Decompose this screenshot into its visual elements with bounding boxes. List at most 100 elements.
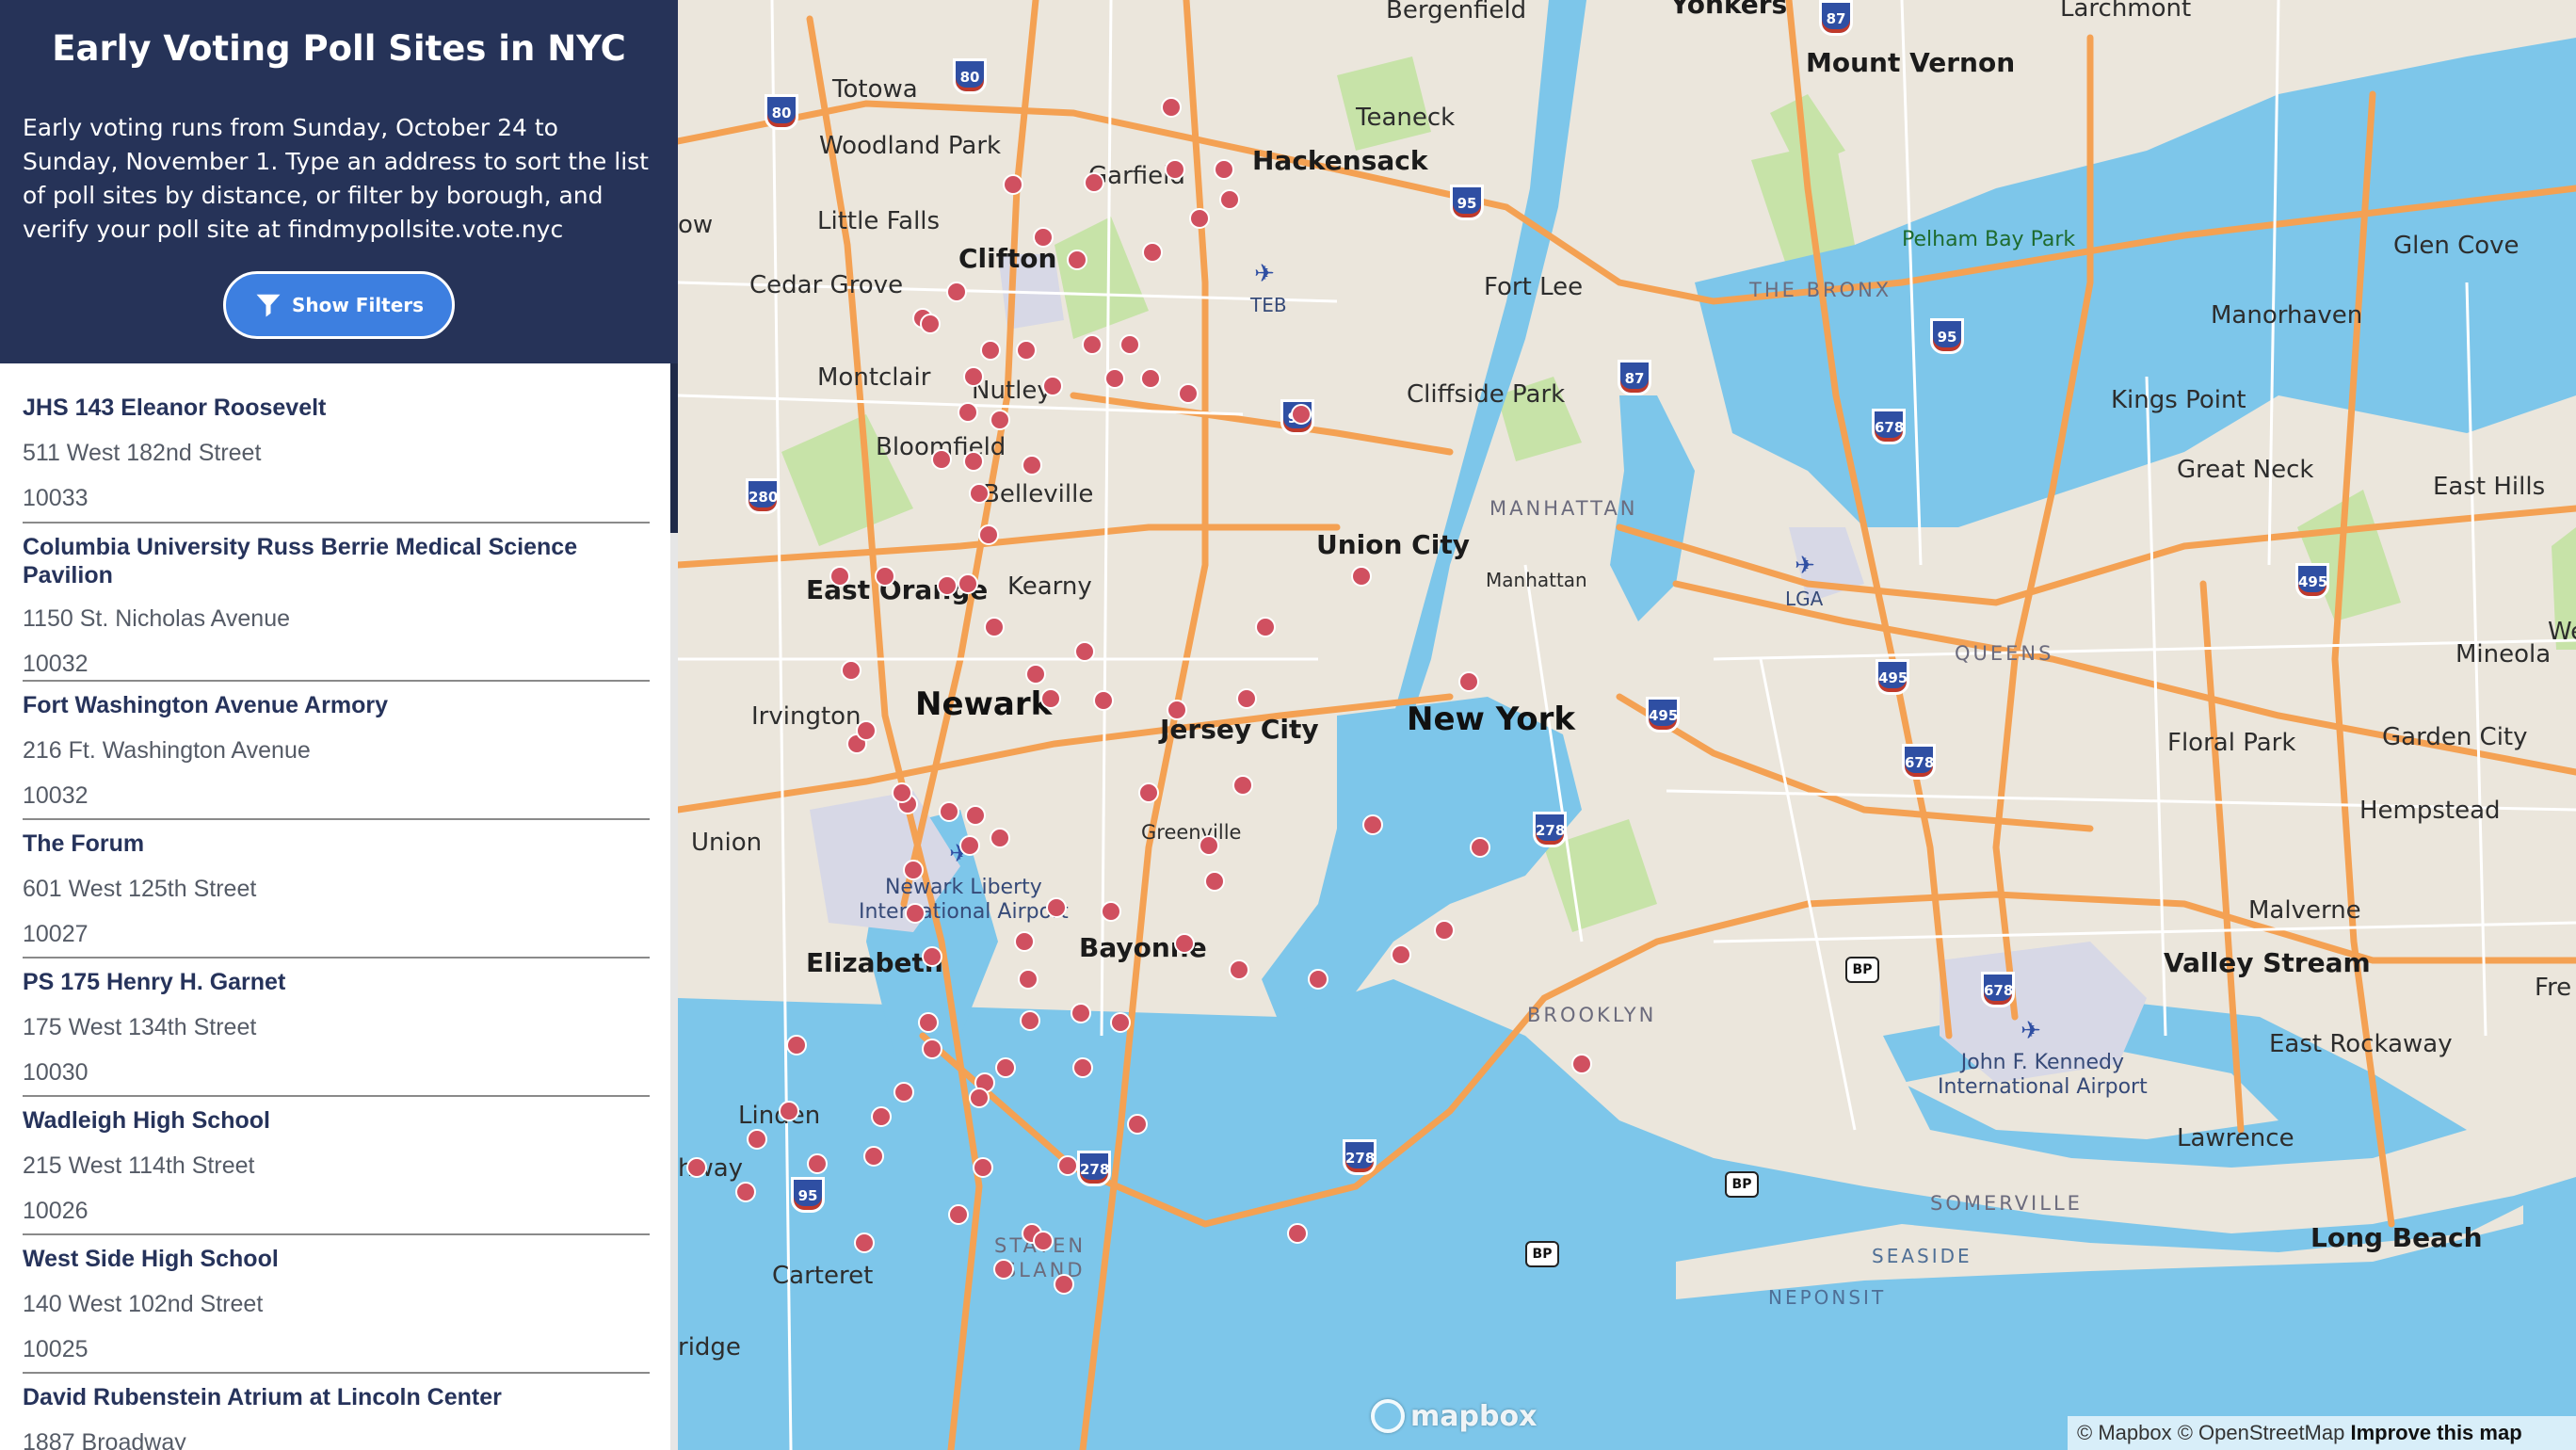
poll-site-marker[interactable]	[871, 1106, 892, 1127]
poll-site-marker[interactable]	[920, 314, 941, 334]
poll-site-marker[interactable]	[1255, 617, 1276, 637]
poll-site-marker[interactable]	[875, 566, 895, 587]
poll-site-item[interactable]: PS 175 Henry H. Garnet 175 West 134th St…	[23, 959, 650, 1097]
poll-site-marker[interactable]	[1119, 334, 1140, 355]
poll-site-marker[interactable]	[1165, 159, 1185, 180]
poll-site-marker[interactable]	[807, 1153, 828, 1174]
poll-site-marker[interactable]	[1110, 1012, 1131, 1033]
poll-site-item[interactable]: Wadleigh High School 215 West 114th Stre…	[23, 1097, 650, 1235]
poll-site-marker[interactable]	[990, 410, 1010, 430]
poll-site-marker[interactable]	[965, 805, 986, 826]
poll-site-marker[interactable]	[1074, 641, 1095, 662]
poll-site-item[interactable]: Fort Washington Avenue Armory 216 Ft. Wa…	[23, 682, 650, 820]
poll-site-marker[interactable]	[1022, 455, 1042, 475]
poll-site-item[interactable]: West Side High School 140 West 102nd Str…	[23, 1235, 650, 1374]
poll-site-list[interactable]: JHS 143 Eleanor Roosevelt 511 West 182nd…	[0, 363, 670, 1450]
show-filters-button[interactable]: Show Filters	[223, 271, 455, 339]
poll-site-marker[interactable]	[1214, 159, 1234, 180]
poll-site-marker[interactable]	[1167, 700, 1187, 720]
poll-site-marker[interactable]	[1067, 250, 1087, 270]
poll-site-marker[interactable]	[1161, 97, 1182, 118]
poll-site-marker[interactable]	[1093, 690, 1114, 711]
poll-site-marker[interactable]	[686, 1157, 707, 1178]
poll-site-marker[interactable]	[854, 1232, 875, 1253]
poll-site-marker[interactable]	[1287, 1223, 1308, 1244]
poll-site-marker[interactable]	[1229, 959, 1249, 980]
improve-map-link[interactable]: Improve this map	[2350, 1421, 2521, 1444]
poll-site-marker[interactable]	[946, 282, 967, 302]
poll-site-marker[interactable]	[1104, 368, 1125, 389]
poll-site-marker[interactable]	[1138, 782, 1159, 803]
poll-site-marker[interactable]	[1071, 1003, 1091, 1023]
poll-site-marker[interactable]	[980, 340, 1001, 361]
poll-site-marker[interactable]	[1142, 242, 1163, 263]
poll-site-marker[interactable]	[958, 573, 978, 594]
poll-site-marker[interactable]	[1057, 1155, 1078, 1176]
poll-site-marker[interactable]	[1219, 189, 1240, 210]
poll-site-marker[interactable]	[1025, 664, 1046, 685]
poll-site-marker[interactable]	[918, 1012, 939, 1033]
poll-site-marker[interactable]	[829, 566, 850, 587]
poll-site-marker[interactable]	[1003, 174, 1023, 195]
poll-site-marker[interactable]	[1458, 671, 1479, 692]
poll-site-marker[interactable]	[969, 483, 990, 504]
map[interactable]: Bergenfield Yonkers Larchmont Mount Vern…	[678, 0, 2576, 1450]
poll-site-marker[interactable]	[1014, 931, 1035, 952]
poll-site-marker[interactable]	[963, 366, 984, 387]
poll-site-item[interactable]: David Rubenstein Atrium at Lincoln Cente…	[23, 1374, 650, 1450]
poll-site-marker[interactable]	[1174, 933, 1195, 954]
list-scrollbar-thumb[interactable]	[670, 363, 678, 533]
poll-site-marker[interactable]	[1046, 897, 1067, 918]
poll-site-marker[interactable]	[1016, 340, 1037, 361]
poll-site-marker[interactable]	[1189, 208, 1210, 229]
poll-site-marker[interactable]	[1204, 871, 1225, 892]
poll-site-marker[interactable]	[779, 1101, 799, 1121]
poll-site-marker[interactable]	[984, 617, 1005, 637]
poll-site-marker[interactable]	[1291, 404, 1312, 425]
poll-site-marker[interactable]	[1434, 920, 1455, 941]
poll-site-marker[interactable]	[1362, 814, 1383, 835]
poll-site-marker[interactable]	[1232, 775, 1253, 796]
poll-site-marker[interactable]	[863, 1146, 884, 1167]
poll-site-marker[interactable]	[959, 835, 980, 856]
poll-site-marker[interactable]	[1236, 688, 1257, 709]
poll-site-marker[interactable]	[948, 1204, 969, 1225]
poll-site-marker[interactable]	[1308, 969, 1328, 990]
poll-site-marker[interactable]	[1140, 368, 1161, 389]
poll-site-marker[interactable]	[958, 402, 978, 423]
poll-site-marker[interactable]	[1470, 837, 1490, 858]
attribution-mapbox-link[interactable]: © Mapbox	[2077, 1421, 2172, 1444]
poll-site-marker[interactable]	[735, 1182, 756, 1202]
poll-site-item[interactable]: The Forum 601 West 125th Street 10027	[23, 820, 650, 959]
poll-site-marker[interactable]	[747, 1129, 767, 1150]
poll-site-marker[interactable]	[1040, 688, 1061, 709]
poll-site-marker[interactable]	[786, 1035, 807, 1055]
poll-site-marker[interactable]	[1020, 1010, 1040, 1031]
poll-site-marker[interactable]	[1018, 969, 1038, 990]
poll-site-marker[interactable]	[841, 660, 861, 681]
poll-site-marker[interactable]	[973, 1157, 993, 1178]
poll-site-marker[interactable]	[1351, 566, 1372, 587]
poll-site-marker[interactable]	[856, 720, 877, 741]
poll-site-marker[interactable]	[903, 860, 924, 880]
poll-site-marker[interactable]	[1101, 901, 1121, 922]
poll-site-item[interactable]: JHS 143 Eleanor Roosevelt 511 West 182nd…	[23, 363, 650, 524]
poll-site-marker[interactable]	[969, 1088, 990, 1108]
poll-site-marker[interactable]	[1033, 1231, 1054, 1251]
poll-site-marker[interactable]	[995, 1057, 1016, 1078]
poll-site-marker[interactable]	[1082, 334, 1103, 355]
poll-site-marker[interactable]	[1199, 835, 1219, 856]
attribution-osm-link[interactable]: © OpenStreetMap	[2178, 1421, 2345, 1444]
poll-site-marker[interactable]	[1042, 376, 1063, 396]
poll-site-marker[interactable]	[905, 903, 926, 924]
mapbox-logo[interactable]: mapbox	[1371, 1397, 1537, 1435]
poll-site-marker[interactable]	[963, 451, 984, 472]
poll-site-item[interactable]: Columbia University Russ Berrie Medical …	[23, 524, 650, 682]
poll-site-marker[interactable]	[894, 1082, 914, 1103]
poll-site-marker[interactable]	[1391, 944, 1411, 965]
poll-site-marker[interactable]	[939, 801, 959, 822]
poll-site-marker[interactable]	[1178, 383, 1199, 404]
poll-site-marker[interactable]	[990, 828, 1010, 848]
poll-site-marker[interactable]	[993, 1259, 1014, 1280]
poll-site-marker[interactable]	[1571, 1054, 1592, 1074]
